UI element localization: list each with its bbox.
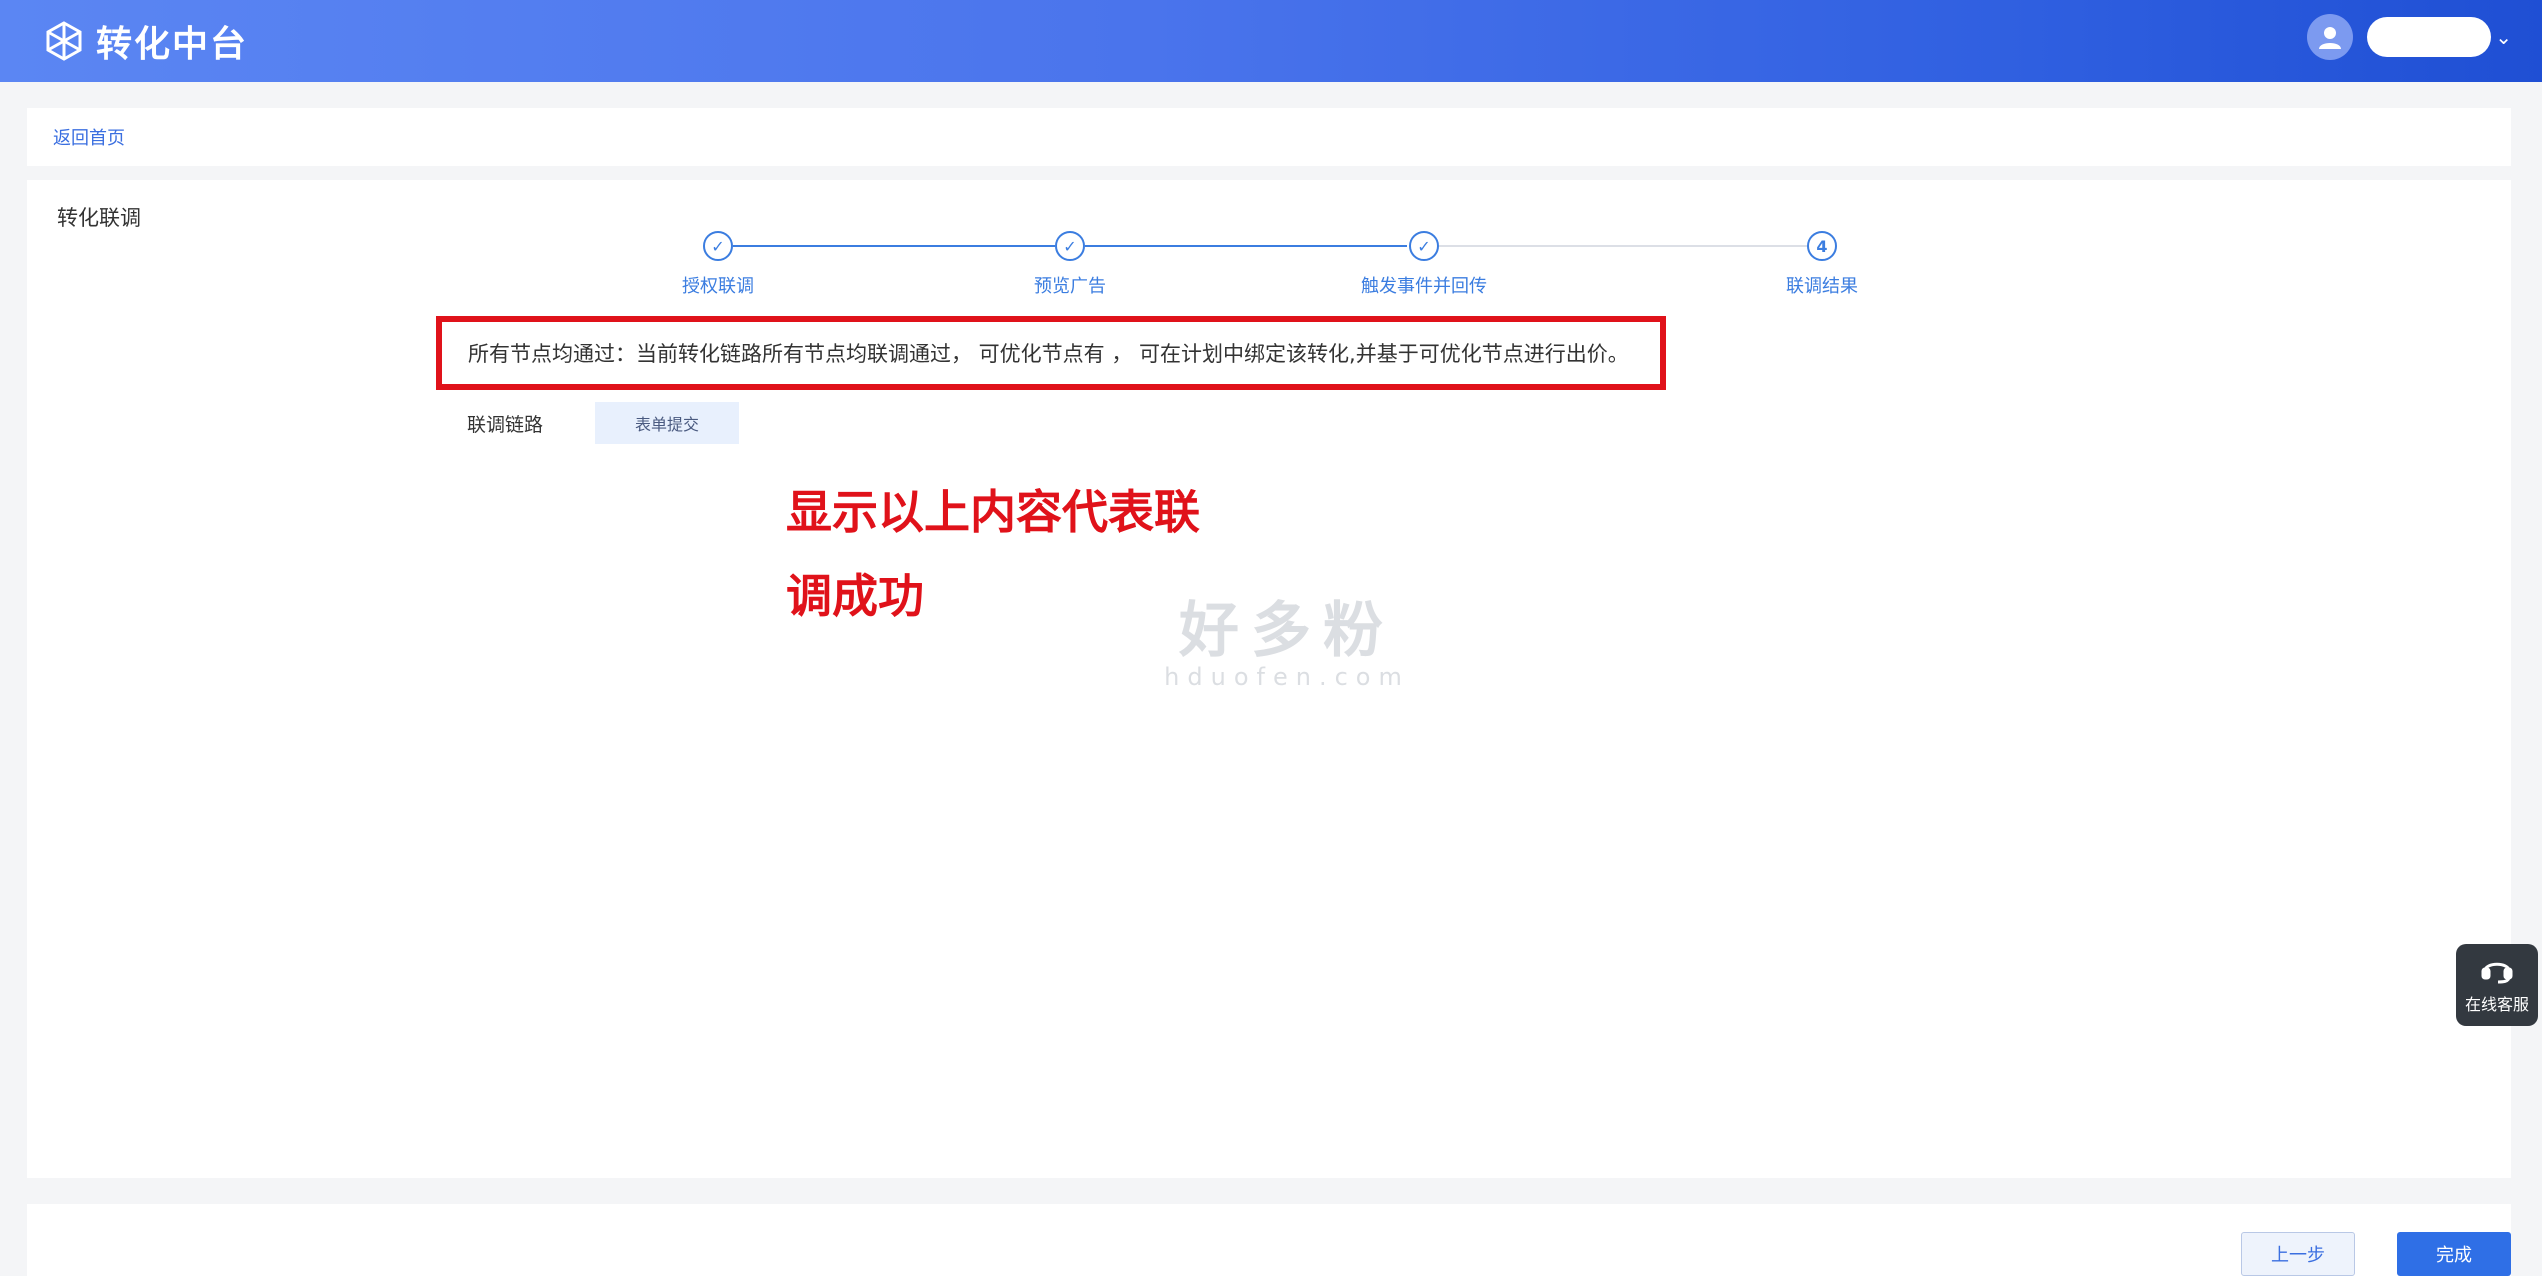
step-4-label: 联调结果 — [1786, 276, 1858, 297]
step-1-check-icon: ✓ — [703, 231, 733, 261]
app-logo[interactable]: 转化中台 — [42, 16, 248, 66]
chevron-down-icon[interactable]: ⌄ — [2495, 25, 2512, 49]
step-progress: ✓ ✓ ✓ 4 授权联调 预览广告 触发事件并回传 联调结果 — [27, 180, 2511, 320]
watermark: 好多粉 hduofen.com — [1157, 582, 1417, 691]
step-1-label: 授权联调 — [682, 276, 754, 297]
step-2-label: 预览广告 — [1034, 276, 1106, 297]
step-3-label: 触发事件并回传 — [1361, 276, 1487, 297]
watermark-cn: 好多粉 — [1179, 596, 1395, 666]
chain-tag-form-submit[interactable]: 表单提交 — [595, 402, 740, 444]
result-notice-text: 所有节点均通过：当前转化链路所有节点均联调通过， 可优化节点有 ， 可在计划中绑… — [468, 342, 1629, 366]
step-connector-2 — [1085, 245, 1407, 247]
watermark-en: hduofen.com — [1164, 663, 1410, 691]
result-notice: 所有节点均通过：当前转化链路所有节点均联调通过， 可优化节点有 ， 可在计划中绑… — [436, 316, 1666, 390]
top-header: 转化中台 ⌄ — [0, 0, 2542, 82]
step-4-number: 4 — [1807, 231, 1837, 261]
back-home-link[interactable]: 返回首页 — [53, 124, 125, 150]
online-service-label: 在线客服 — [2464, 995, 2529, 1014]
annotation-line-1: 显示以上内容代表联 — [786, 485, 1200, 539]
chain-label: 联调链路 — [467, 413, 544, 436]
username-redacted — [2367, 17, 2492, 57]
finish-button[interactable]: 完成 — [2397, 1232, 2511, 1276]
step-2-check-icon: ✓ — [1055, 231, 1085, 261]
step-3-check-icon: ✓ — [1409, 231, 1439, 261]
step-connector-1 — [733, 245, 1055, 247]
chain-row: 联调链路 表单提交 — [467, 402, 740, 444]
app-title: 转化中台 — [96, 24, 249, 65]
user-icon — [2319, 27, 2342, 49]
main-panel: 转化联调 ✓ ✓ ✓ 4 授权联调 预览广告 触发事件并回传 联调结果 所有节点… — [27, 180, 2511, 1178]
headset-icon — [2481, 962, 2513, 984]
step-connector-3 — [1439, 245, 1807, 247]
online-service-button[interactable]: 在线客服 — [2456, 944, 2538, 1026]
cube-logo-icon — [46, 21, 82, 61]
avatar[interactable] — [2307, 14, 2354, 60]
footer-bar: 上一步 完成 — [27, 1204, 2511, 1276]
user-menu[interactable]: ⌄ — [2307, 14, 2512, 60]
breadcrumb: 返回首页 — [27, 108, 2511, 166]
prev-step-button[interactable]: 上一步 — [2241, 1232, 2355, 1276]
